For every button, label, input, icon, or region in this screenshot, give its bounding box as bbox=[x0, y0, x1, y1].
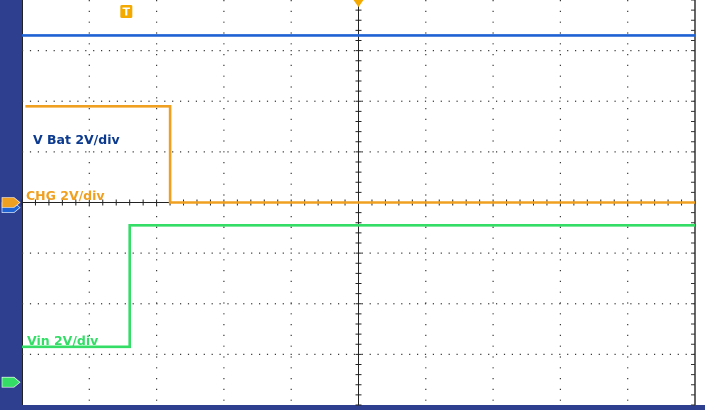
trigger-marker-label: T bbox=[123, 6, 131, 19]
channel-label-chg: CHG 2V/div bbox=[26, 188, 105, 203]
oscilloscope-screen: T V Bat 2V/div CHG 2V/div Vin 2V/div bbox=[0, 0, 705, 410]
channel-label-vin: Vin 2V/div bbox=[27, 333, 98, 348]
bottom-frame-panel bbox=[0, 405, 705, 410]
channel-label-vbat: V Bat 2V/div bbox=[33, 132, 120, 147]
